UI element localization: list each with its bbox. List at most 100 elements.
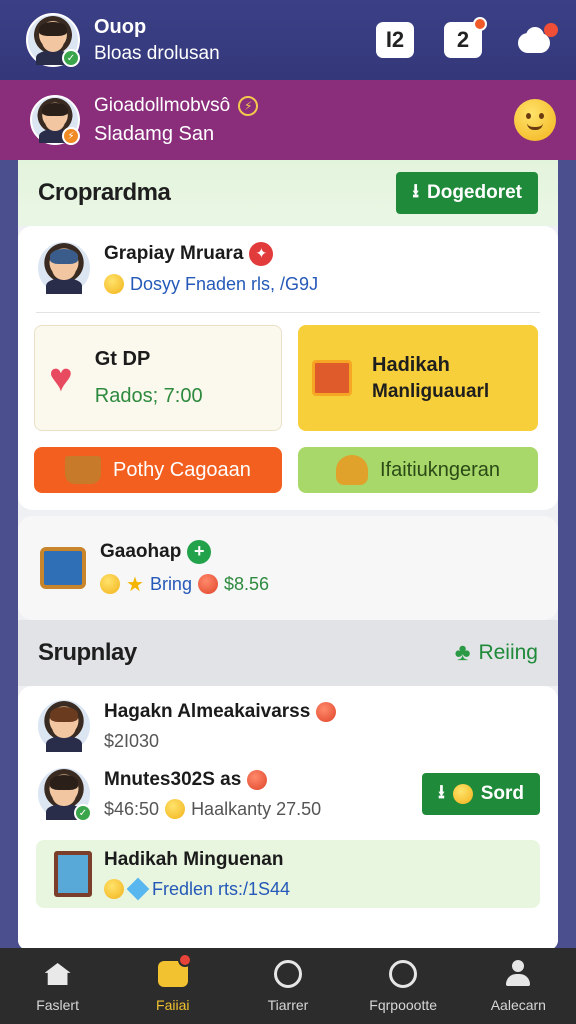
calendar-icon[interactable]: I2: [376, 22, 414, 58]
smiley-icon[interactable]: [514, 99, 556, 141]
bell-tile[interactable]: Ifaitiukngeran: [298, 447, 538, 493]
avatar: [36, 698, 92, 754]
smiley-icon: [197, 574, 218, 594]
nav-label: Faiiai: [156, 997, 190, 1013]
profile-name: Gioadollmobvsô: [94, 94, 231, 116]
section-header: Srupnlay ♣ Reiing: [18, 620, 558, 686]
bell-label: Ifaitiukngeran: [379, 458, 501, 481]
coins-icon: [100, 574, 120, 594]
avatar[interactable]: ✓: [26, 13, 80, 67]
notification-count: 2: [456, 27, 470, 52]
list-item-name: Hagakn Almeakaivarss: [104, 700, 311, 722]
gift-card[interactable]: Gaaohap + ★ Bring $8.56: [18, 516, 558, 620]
picture-icon: [54, 851, 92, 897]
package-title: Hadikah: [372, 353, 450, 376]
list-item-detail: $2I030: [104, 730, 160, 751]
section-title: Croprardma: [38, 179, 171, 206]
heart-icon: ♥: [49, 355, 73, 400]
list-item-detail: $46:50: [104, 798, 160, 819]
section-title: Srupnlay: [38, 639, 137, 666]
gift-detail-b: $8.56: [223, 573, 270, 594]
smiley-icon: [104, 274, 124, 294]
list-card: Hagakn Almeakaivarss $2I030 ✓ Mnutes302S…: [18, 686, 558, 950]
notification-icon[interactable]: 2: [444, 17, 487, 58]
download-label: Dogedoret: [427, 182, 522, 203]
profile-bar[interactable]: ⚡ Gioadollmobvsô ⚡ Sladamg San: [0, 80, 576, 160]
download-icon: ⭳: [412, 181, 419, 202]
smiley-icon: [316, 701, 337, 722]
app-title: Ouop: [94, 15, 147, 38]
list-item-name: Mnutes302S as: [104, 768, 242, 790]
chest-icon: [40, 547, 86, 589]
basket-tile[interactable]: Pothy Cagoaan: [34, 447, 282, 493]
user-row[interactable]: Grapiay Mruara ✦ Dosyy Fnaden rls, /G9J: [18, 236, 558, 300]
bolt-icon: ⚡: [238, 95, 259, 116]
bell-icon: [165, 799, 186, 819]
nav-label: Fqrpoootte: [369, 997, 438, 1013]
reward-sub: Rados; 7:00: [94, 385, 203, 407]
user-name: Grapiay Mruara: [104, 242, 244, 264]
section-header: Croprardma ⭳ Dogedoret: [18, 160, 558, 226]
nav-compass[interactable]: Fqrpoootte: [346, 959, 461, 1013]
download-icon: ⭳: [438, 782, 445, 803]
list-item[interactable]: Hagakn Almeakaivarss $2I030: [18, 694, 558, 758]
nav-home[interactable]: Faslert: [0, 959, 115, 1013]
diamond-icon: [126, 877, 150, 901]
clover-icon: ♣: [454, 639, 471, 666]
gift-detail-a: Bring: [149, 573, 192, 594]
activity-card: Grapiay Mruara ✦ Dosyy Fnaden rls, /G9J …: [18, 226, 558, 510]
star-icon: ★: [126, 573, 144, 596]
divider: [36, 312, 540, 313]
reward-tile[interactable]: ♥ Gt DP Rados; 7:00: [34, 325, 282, 431]
home-icon: [44, 963, 71, 985]
coins-icon: [452, 784, 473, 804]
avatar: [36, 240, 92, 296]
green-plus-icon[interactable]: +: [187, 539, 212, 564]
sort-label: Sord: [480, 783, 524, 804]
package-tile[interactable]: Hadikah Manliguauarl: [298, 325, 538, 431]
main-panel: Croprardma ⭳ Dogedoret Grapiay Mruara ✦ …: [18, 160, 558, 950]
app-subtitle: Bloas drolusan: [94, 42, 220, 64]
nav-bag[interactable]: Faiiai: [115, 953, 230, 1013]
cloud-icon[interactable]: [512, 23, 558, 55]
nav-label: Tiarrer: [267, 997, 309, 1013]
sort-button[interactable]: ⭳ Sord: [422, 773, 540, 815]
coins-icon: [104, 879, 124, 899]
box-icon: [312, 360, 352, 396]
download-button[interactable]: ⭳ Dogedoret: [396, 172, 538, 214]
reward-title: Gt DP: [94, 348, 151, 370]
avatar: ✓: [36, 766, 92, 822]
nav-label: Aalecarn: [490, 997, 546, 1013]
smiley-icon: [247, 769, 268, 790]
list-item-detail: Fredlen rts:/1S44: [152, 878, 291, 899]
notification-dot: [473, 17, 487, 31]
list-item[interactable]: ✓ Mnutes302S as $46:50 Haalkanty 27.50 ⭳…: [18, 758, 558, 830]
calendar-count: I2: [385, 27, 405, 52]
rating-label: Reiing: [478, 641, 538, 664]
list-item-detail: Haalkanty 27.50: [191, 798, 322, 819]
profile-subtitle: Sladamg San: [94, 122, 215, 145]
bottom-nav: Faslert Faiiai Tiarrer Fqrpoootte Aaleca…: [0, 948, 576, 1024]
package-sub: Manliguauarl: [372, 380, 490, 402]
bolt-badge-icon: ⚡: [62, 127, 80, 145]
nav-profile[interactable]: Aalecarn: [461, 959, 576, 1013]
basket-icon: [65, 456, 102, 484]
user-icon: [504, 960, 532, 988]
bell-icon: [335, 455, 368, 485]
avatar[interactable]: ⚡: [30, 95, 80, 145]
verified-icon: ✓: [62, 49, 80, 67]
basket-label: Pothy Cagoaan: [113, 458, 251, 481]
list-item-name: Hadikah Minguenan: [104, 848, 284, 870]
search-off-icon: [273, 960, 302, 988]
rating-link[interactable]: ♣ Reiing: [455, 639, 538, 667]
compass-icon: [389, 960, 418, 988]
top-bar: ✓ Ouop Bloas drolusan I2 2: [0, 0, 576, 80]
red-circle-icon: ✦: [249, 241, 274, 266]
verified-icon: ✓: [74, 804, 92, 822]
nav-search[interactable]: Tiarrer: [230, 959, 345, 1013]
user-detail: Dosyy Fnaden rls, /G9J: [130, 273, 319, 294]
nav-label: Faslert: [36, 997, 79, 1013]
tile-grid: ♥ Gt DP Rados; 7:00 Hadikah Manliguauarl…: [18, 325, 558, 493]
gift-name: Gaaohap: [100, 540, 182, 562]
list-item[interactable]: Hadikah Minguenan Fredlen rts:/1S44: [36, 840, 540, 908]
